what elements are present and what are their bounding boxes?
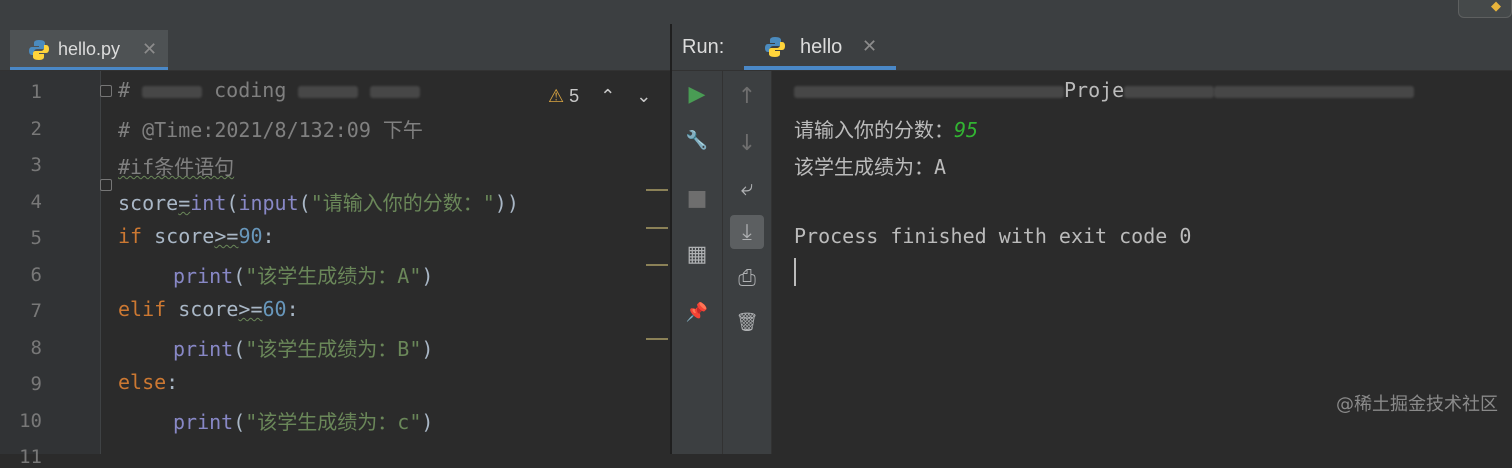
warning-stripe[interactable] [646, 189, 668, 191]
warning-stripe[interactable] [646, 338, 668, 340]
run-toolbar-secondary: ↑ ↓ ⤶ ⤓ ⎙ 🗑 [723, 71, 772, 454]
line-number: 10 [19, 410, 42, 432]
warning-count: 5 [569, 86, 580, 106]
warning-stripe[interactable] [646, 264, 668, 266]
run-toolbar-primary: ▶ 🔧 ■ ▦ 📌 [672, 71, 723, 454]
line-number: 5 [30, 227, 42, 249]
line-number: 3 [30, 154, 42, 176]
line-number-gutter: 1 2 3 4 5 6 7 8 9 10 11 [0, 71, 112, 468]
previous-highlight-icon[interactable]: ⌃ [600, 86, 615, 106]
layout-icon[interactable]: ▦ [680, 237, 714, 271]
editor-tab-bar: hello.py ✕ [0, 24, 670, 71]
console-caret [794, 258, 796, 286]
pin-icon[interactable]: 📌 [680, 295, 714, 329]
inspection-widget[interactable]: ⚠ 5 ⌃ ⌄ [548, 86, 651, 110]
editor-tab-label: hello.py [58, 39, 121, 59]
fold-marker-icon[interactable] [100, 179, 112, 191]
run-label: Run: [682, 36, 725, 58]
next-highlight-icon[interactable]: ⌄ [636, 86, 651, 106]
line-number: 4 [30, 191, 42, 213]
warning-icon: ⚠ [548, 86, 565, 106]
python-icon: ◆ [1491, 0, 1501, 14]
editor-tab-hello-py[interactable]: hello.py ✕ [10, 30, 168, 70]
python-icon [765, 37, 785, 57]
line-number: 2 [30, 118, 42, 140]
code-line-3[interactable]: #if条件语句 [118, 151, 234, 180]
run-tab-label: hello [800, 36, 843, 58]
scroll-to-end-icon[interactable]: ⤓ [730, 215, 764, 249]
title-bar: ◆ [0, 0, 1512, 24]
console-line-3[interactable]: 该学生成绩为：A [794, 151, 946, 180]
soft-wrap-icon[interactable]: ⤶ [730, 171, 764, 205]
up-arrow-icon[interactable]: ↑ [730, 79, 764, 113]
trash-icon[interactable]: 🗑 [730, 305, 764, 339]
code-line-7[interactable]: elif score>=60: [118, 297, 299, 321]
print-icon[interactable]: ⎙ [730, 261, 764, 295]
code-line-9[interactable]: else: [118, 370, 178, 394]
close-icon[interactable]: ✕ [862, 36, 877, 57]
editor-panel: hello.py ✕ 1 2 3 4 5 6 7 8 9 10 11 # cod… [0, 24, 670, 468]
watermark: @稀土掘金技术社区 [1336, 394, 1498, 415]
console-line-2[interactable]: 请输入你的分数：95 [794, 114, 978, 143]
stop-icon[interactable]: ■ [680, 181, 714, 215]
code-line-8[interactable]: print("该学生成绩为：B") [173, 333, 433, 362]
run-tab-hello[interactable]: hello ✕ [744, 24, 896, 70]
down-arrow-icon[interactable]: ↓ [730, 126, 764, 160]
line-number: 6 [30, 264, 42, 286]
line-number: 8 [30, 337, 42, 359]
code-line-5[interactable]: if score>=90: [118, 224, 275, 248]
code-line-10[interactable]: print("该学生成绩为：c") [173, 406, 433, 435]
close-icon[interactable]: ✕ [142, 39, 157, 60]
console-line-1[interactable]: Proje [794, 78, 1415, 102]
fold-marker-icon[interactable] [100, 85, 112, 97]
code-line-4[interactable]: score=int(input("请输入你的分数：")) [118, 187, 519, 216]
toolbar-button[interactable]: ◆ [1458, 0, 1512, 18]
line-number: 1 [30, 81, 42, 103]
code-line-6[interactable]: print("该学生成绩为：A") [173, 260, 433, 289]
line-number: 11 [19, 446, 42, 468]
code-line-1[interactable]: # coding [118, 78, 421, 102]
console-line-5[interactable]: Process finished with exit code 0 [794, 224, 1191, 248]
run-tab-bar: Run: hello ✕ [672, 24, 1512, 71]
line-number: 9 [30, 373, 42, 395]
python-icon [29, 40, 49, 60]
line-number: 7 [30, 300, 42, 322]
wrench-icon[interactable]: 🔧 [680, 123, 714, 157]
code-line-2[interactable]: # @Time:2021/8/132:09 下午 [118, 114, 423, 143]
warning-stripe[interactable] [646, 227, 668, 229]
rerun-icon[interactable]: ▶ [680, 77, 714, 111]
